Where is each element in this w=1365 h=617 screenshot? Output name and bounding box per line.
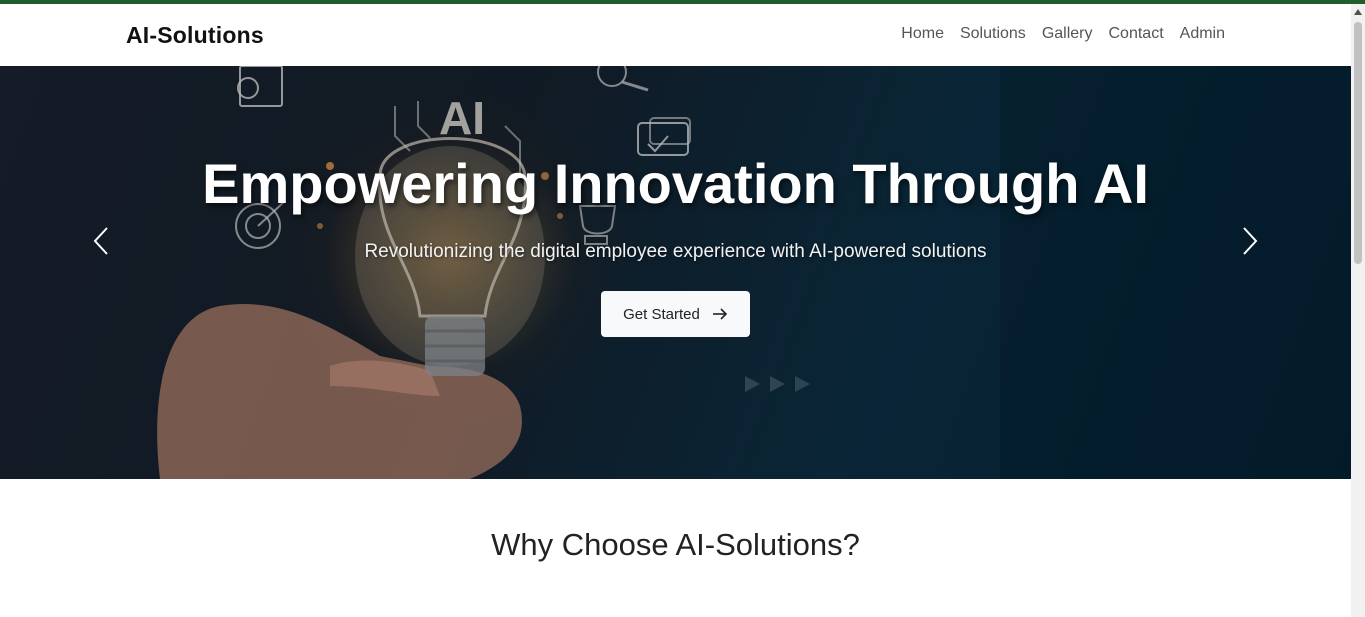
hero-carousel: AI Empowering Innovation Through AI Revo… [0,66,1351,479]
brand-logo[interactable]: AI-Solutions [126,22,264,49]
navbar: AI-Solutions Home Solutions Gallery Cont… [0,4,1351,66]
hero-overlay [0,66,1351,479]
why-choose-heading: Why Choose AI-Solutions? [491,527,860,562]
hero-subtitle: Revolutionizing the digital employee exp… [364,241,987,262]
nav-link-home[interactable]: Home [901,25,944,43]
nav-link-contact[interactable]: Contact [1109,25,1164,43]
arrow-right-icon [712,308,727,320]
nav-links: Home Solutions Gallery Contact Admin [901,25,1225,43]
nav-link-admin[interactable]: Admin [1180,25,1225,43]
scroll-up-arrow-icon[interactable] [1351,4,1365,20]
hero-title: Empowering Innovation Through AI [202,152,1149,215]
nav-link-gallery[interactable]: Gallery [1042,25,1093,43]
nav-link-solutions[interactable]: Solutions [960,25,1026,43]
scrollbar-thumb[interactable] [1354,22,1362,264]
page-scrollbar[interactable] [1351,4,1365,617]
get-started-label: Get Started [623,305,700,323]
get-started-button[interactable]: Get Started [601,291,750,337]
